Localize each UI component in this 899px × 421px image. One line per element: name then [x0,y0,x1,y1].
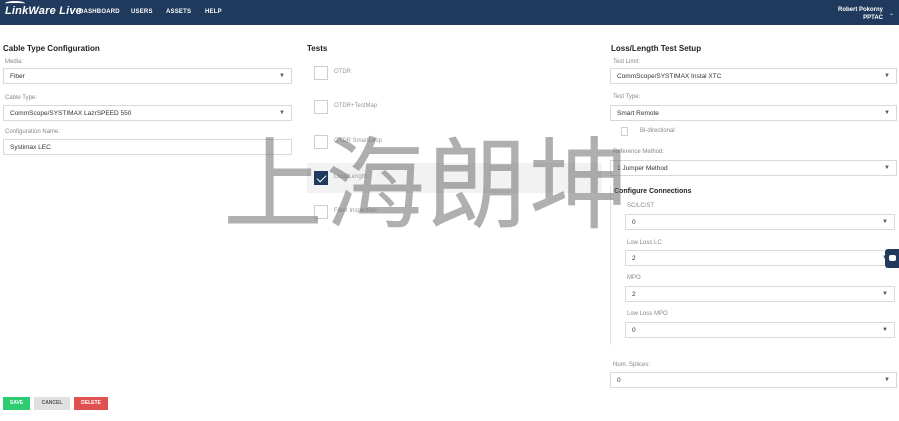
chevron-down-icon: ▼ [882,291,888,297]
num-splices-value: 0 [617,377,621,384]
top-navigation-bar: LinkWare Live DASHBOARD USERS ASSETS HEL… [0,0,899,25]
test-type-label: Test Type: [613,94,641,100]
config-name-input[interactable]: Systimax LEC [3,139,292,155]
cable-type-value: CommScope/SYSTIMAX LazrSPEED 550 [10,110,132,117]
cable-config-title: Cable Type Configuration [3,44,100,53]
tests-title: Tests [307,44,328,53]
connection-label-mpo: MPO [627,275,641,281]
linkware-live-logo[interactable]: LinkWare Live [5,1,82,17]
media-label: Media: [5,59,24,65]
test-label-otdr-testmap: OTDR+TestMap [334,103,378,109]
otdr-smartloop-checkbox[interactable] [314,135,328,149]
reference-method-label: Reference Method: [613,149,665,155]
config-name-label: Configuration Name: [5,129,61,135]
chevron-down-icon: ▼ [884,110,890,116]
low-loss-mpo-value: 0 [632,327,636,334]
mpo-value: 2 [632,291,636,298]
chevron-down-icon: ▼ [279,110,285,116]
test-row-fiber-inspection[interactable]: Fiber Inspection [307,200,602,230]
mpo-select[interactable]: 2 ▼ [625,286,895,302]
delete-button[interactable]: DELETE [74,397,108,410]
chevron-down-icon: ▼ [884,73,890,79]
sc-lc-st-select[interactable]: 0 ▼ [625,214,895,230]
nav-assets[interactable]: ASSETS [166,9,191,15]
num-splices-select[interactable]: 0 ▼ [610,372,897,388]
reference-method-select[interactable]: 1 Jumper Method ▼ [610,160,897,176]
nav-dashboard[interactable]: DASHBOARD [79,9,120,15]
test-limit-select[interactable]: CommScope/SYSTIMAX Instal XTC ▼ [610,68,897,84]
test-row-otdr-testmap[interactable]: OTDR+TestMap [307,95,602,125]
low-loss-lc-value: 2 [632,255,636,262]
cable-type-select[interactable]: CommScope/SYSTIMAX LazrSPEED 550 ▼ [3,105,292,121]
connection-label-sc-lc-st: SC/LC/ST [627,203,655,209]
nav-help[interactable]: HELP [205,9,222,15]
bidirectional-label: Bi-directional [640,128,675,134]
test-row-otdr-smartloop[interactable]: OTDR SmartLoop [307,130,602,160]
cancel-button[interactable]: CANCEL [34,397,70,410]
low-loss-lc-select[interactable]: 2 ▼ [625,250,895,266]
chevron-down-icon: ▼ [884,165,890,171]
connection-label-low-loss-lc: Low Loss LC [627,240,662,246]
cable-type-label: Cable Type: [5,95,37,101]
chevron-down-icon: ▼ [884,377,890,383]
otdr-checkbox[interactable] [314,66,328,80]
sc-lc-st-value: 0 [632,219,636,226]
bidirectional-checkbox[interactable] [621,127,628,136]
chevron-down-icon: ▼ [882,219,888,225]
reference-method-value: 1 Jumper Method [617,165,668,172]
num-splices-label: Num. Splices: [613,362,651,368]
test-type-select[interactable]: Smart Remote ▼ [610,105,897,121]
user-name: Robert Pokorny [837,7,883,13]
fiber-inspection-checkbox[interactable] [314,205,328,219]
user-menu[interactable]: Robert Pokorny PPTAC [838,6,883,22]
loss-length-checkbox[interactable] [314,171,328,185]
test-label-otdr-smartloop: OTDR SmartLoop [334,138,383,144]
test-label-fiber-inspection: Fiber Inspection [334,208,377,214]
test-limit-value: CommScope/SYSTIMAX Instal XTC [617,73,722,80]
test-limit-label: Test Limit: [613,59,641,65]
save-button[interactable]: SAVE [3,397,30,410]
media-value: Fiber [10,73,25,80]
connection-label-low-loss-mpo: Low Loss MPO [627,311,668,317]
config-name-value: Systimax LEC [10,144,51,151]
nav-users[interactable]: USERS [131,9,153,15]
user-menu-caret-icon[interactable]: ⌄ [889,10,894,17]
logo-swoosh-icon [5,1,25,6]
loss-setup-title: Loss/Length Test Setup [611,44,702,53]
test-row-loss-length[interactable]: Loss/Length [307,163,602,193]
chevron-down-icon: ▼ [882,327,888,333]
media-select[interactable]: Fiber ▼ [3,68,292,84]
otdr-testmap-checkbox[interactable] [314,100,328,114]
low-loss-mpo-select[interactable]: 0 ▼ [625,322,895,338]
test-type-value: Smart Remote [617,110,659,117]
chat-bubble-icon[interactable] [885,249,899,268]
test-label-loss-length: Loss/Length [334,174,367,180]
configure-connections-title: Configure Connections [614,188,692,195]
test-label-otdr: OTDR [334,69,351,75]
user-org: PPTAC [863,15,883,21]
logo-text: LinkWare Live [5,5,82,17]
test-row-otdr[interactable]: OTDR [307,61,602,91]
chevron-down-icon: ▼ [279,73,285,79]
